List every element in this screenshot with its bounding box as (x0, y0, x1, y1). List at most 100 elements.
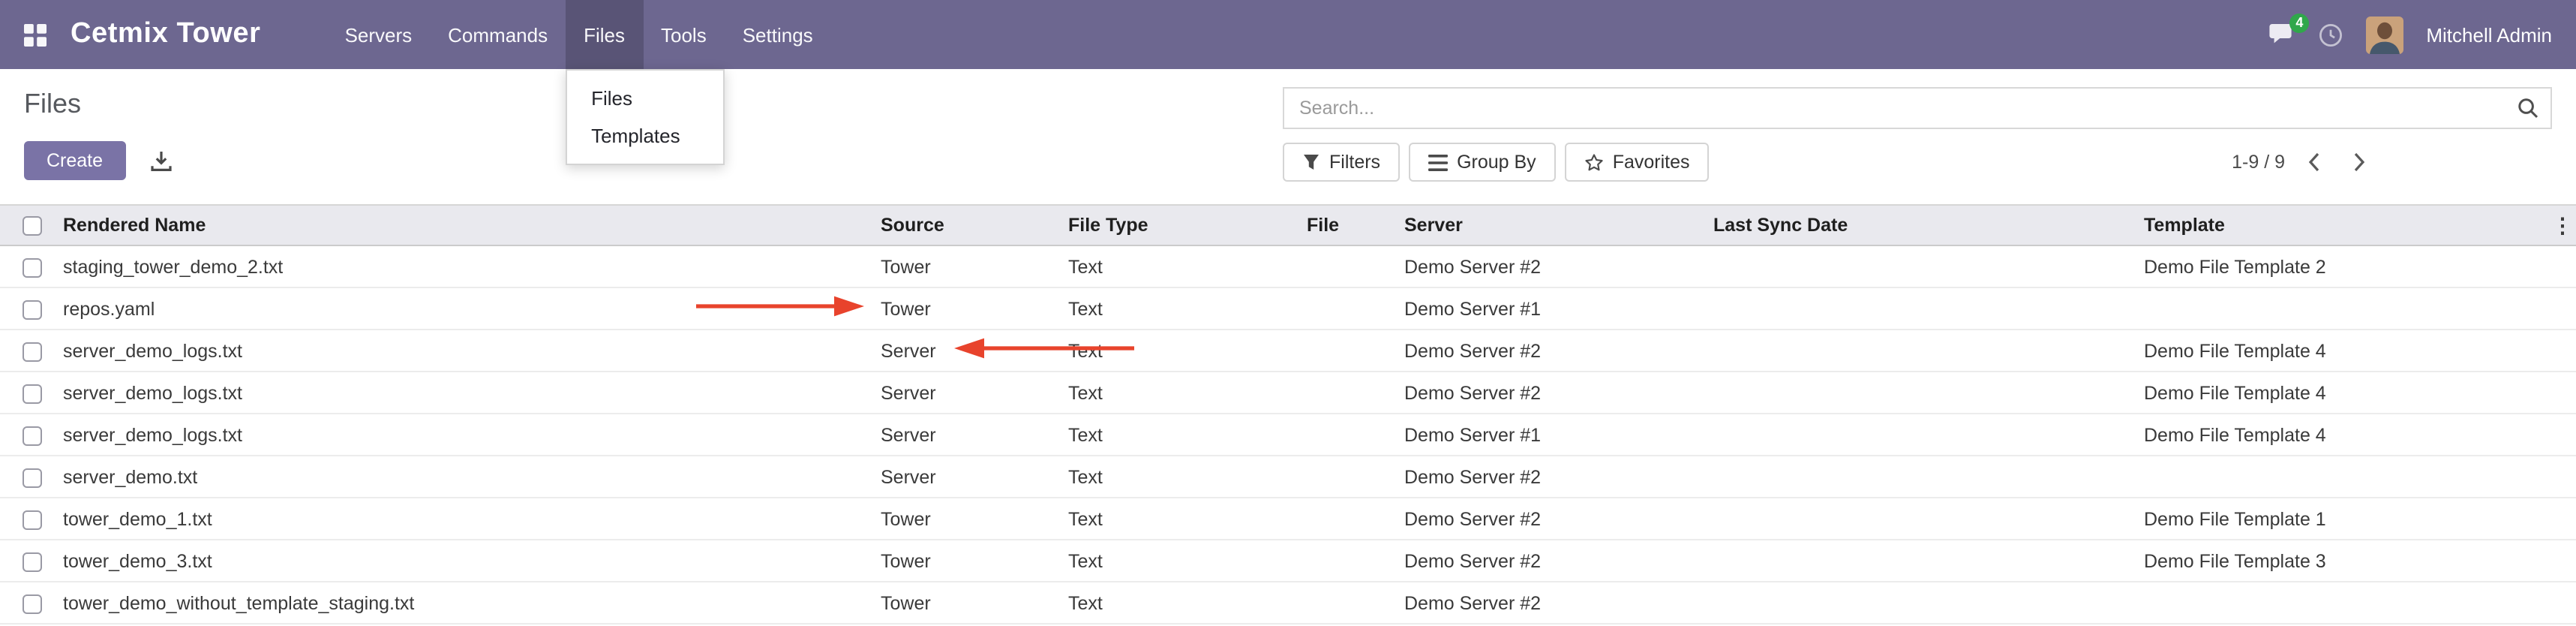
table-row[interactable]: tower_demo_1.txt Tower Text Demo Server … (0, 498, 2576, 540)
column-header-source[interactable]: Source (872, 205, 1059, 245)
row-checkbox-cell[interactable] (0, 582, 54, 624)
apps-menu-button[interactable] (24, 0, 47, 69)
menu-item-settings[interactable]: Settings (725, 0, 831, 69)
row-checkbox-cell[interactable] (0, 498, 54, 540)
create-button-label: Create (47, 150, 103, 171)
cell-rendered-name: tower_demo_3.txt (54, 540, 872, 582)
cell-source: Tower (872, 498, 1059, 540)
chevron-left-icon (2307, 152, 2320, 173)
table-row[interactable]: repos.yaml Tower Text Demo Server #1 (0, 287, 2576, 330)
cell-options (2552, 540, 2576, 582)
search-panel: Filters Group By Favorites (1283, 87, 2552, 182)
table-row[interactable]: staging_tower_demo_2.txt Tower Text Demo… (0, 245, 2576, 287)
cell-rendered-name: server_demo_logs.txt (54, 372, 872, 414)
column-header-file[interactable]: File (1298, 205, 1395, 245)
cell-server: Demo Server #2 (1395, 498, 1704, 540)
column-header-file-type[interactable]: File Type (1059, 205, 1298, 245)
row-checkbox[interactable] (23, 468, 42, 487)
systray: 4 Mitchell Admin (2268, 0, 2552, 69)
export-button[interactable] (146, 146, 175, 175)
cell-rendered-name: server_demo_logs.txt (54, 330, 872, 372)
menu-item-tools[interactable]: Tools (643, 0, 725, 69)
table-row[interactable]: server_demo.txt Server Text Demo Server … (0, 456, 2576, 498)
cell-source: Server (872, 414, 1059, 456)
cell-template (2135, 582, 2552, 624)
cell-file-type: Text (1059, 456, 1298, 498)
menu-item-commands[interactable]: Commands (430, 0, 566, 69)
cell-file-type: Text (1059, 498, 1298, 540)
cell-file (1298, 540, 1395, 582)
apps-grid-icon (24, 23, 47, 46)
select-all-cell[interactable] (0, 205, 54, 245)
row-checkbox-cell[interactable] (0, 245, 54, 287)
chevron-right-icon (2352, 152, 2365, 173)
user-name[interactable]: Mitchell Admin (2426, 23, 2552, 46)
row-checkbox[interactable] (23, 384, 42, 403)
row-checkbox-cell[interactable] (0, 414, 54, 456)
cell-server: Demo Server #2 (1395, 372, 1704, 414)
pager-next-button[interactable] (2342, 146, 2375, 179)
cell-source: Server (872, 456, 1059, 498)
cell-rendered-name: tower_demo_without_template_staging.txt (54, 582, 872, 624)
group-by-button-label: Group By (1457, 152, 1536, 173)
filters-button[interactable]: Filters (1283, 143, 1400, 182)
cell-file-type: Text (1059, 414, 1298, 456)
pager: 1-9 / 9 (2232, 146, 2375, 179)
cell-options (2552, 582, 2576, 624)
table-row[interactable]: tower_demo_3.txt Tower Text Demo Server … (0, 540, 2576, 582)
menu-item-servers[interactable]: Servers (327, 0, 431, 69)
table-row[interactable]: tower_demo_without_template_staging.txt … (0, 582, 2576, 624)
cell-template: Demo File Template 1 (2135, 498, 2552, 540)
select-all-checkbox[interactable] (23, 216, 42, 236)
cell-source: Tower (872, 540, 1059, 582)
cell-source: Tower (872, 287, 1059, 330)
row-checkbox-cell[interactable] (0, 372, 54, 414)
row-checkbox-cell[interactable] (0, 330, 54, 372)
row-checkbox[interactable] (23, 552, 42, 571)
table-row[interactable]: server_demo_logs.txt Server Text Demo Se… (0, 372, 2576, 414)
pager-previous-button[interactable] (2297, 146, 2330, 179)
dropdown-item-templates[interactable]: Templates (567, 117, 723, 155)
search-icon[interactable] (2517, 98, 2538, 126)
cell-last-sync-date (1704, 245, 2135, 287)
search-input[interactable] (1283, 87, 2552, 129)
create-button[interactable]: Create (24, 141, 125, 180)
column-header-template[interactable]: Template (2135, 205, 2552, 245)
row-checkbox[interactable] (23, 594, 42, 613)
row-checkbox-cell[interactable] (0, 456, 54, 498)
user-avatar[interactable] (2366, 16, 2403, 53)
cell-template (2135, 456, 2552, 498)
row-checkbox[interactable] (23, 342, 42, 361)
table-row[interactable]: server_demo_logs.txt Server Text Demo Se… (0, 414, 2576, 456)
cell-file (1298, 498, 1395, 540)
cell-server: Demo Server #2 (1395, 582, 1704, 624)
cell-last-sync-date (1704, 456, 2135, 498)
column-header-server[interactable]: Server (1395, 205, 1704, 245)
optional-columns-toggle-icon[interactable]: ⋮ (2552, 213, 2573, 237)
optional-columns-cell[interactable]: ⋮ (2552, 205, 2576, 245)
cell-file-type: Text (1059, 330, 1298, 372)
row-checkbox[interactable] (23, 257, 42, 277)
group-by-button[interactable]: Group By (1409, 143, 1556, 182)
row-checkbox[interactable] (23, 510, 42, 529)
row-checkbox[interactable] (23, 426, 42, 445)
messages-button[interactable]: 4 (2268, 23, 2295, 47)
table-row[interactable]: server_demo_logs.txt Server Text Demo Se… (0, 330, 2576, 372)
row-checkbox-cell[interactable] (0, 287, 54, 330)
menu-item-files[interactable]: Files Files Templates (566, 0, 643, 69)
column-header-last-sync-date[interactable]: Last Sync Date (1704, 205, 2135, 245)
files-dropdown-menu: Files Templates (566, 69, 725, 165)
column-header-rendered-name[interactable]: Rendered Name (54, 205, 872, 245)
cell-options (2552, 330, 2576, 372)
cell-rendered-name: server_demo_logs.txt (54, 414, 872, 456)
cell-file-type: Text (1059, 245, 1298, 287)
cell-options (2552, 287, 2576, 330)
activity-button[interactable] (2318, 22, 2343, 47)
row-checkbox-cell[interactable] (0, 540, 54, 582)
cell-file-type: Text (1059, 582, 1298, 624)
cell-file-type: Text (1059, 287, 1298, 330)
dropdown-item-files[interactable]: Files (567, 80, 723, 117)
cell-rendered-name: server_demo.txt (54, 456, 872, 498)
favorites-button[interactable]: Favorites (1565, 143, 1710, 182)
row-checkbox[interactable] (23, 299, 42, 319)
